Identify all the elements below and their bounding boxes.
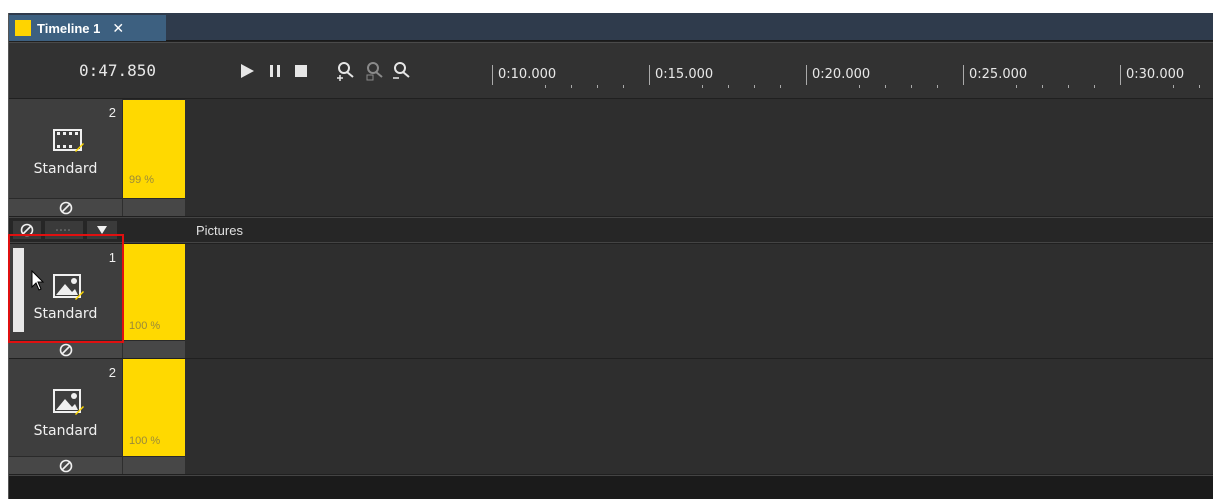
level-label: 100 % bbox=[129, 435, 161, 447]
ruler-minor-tick bbox=[911, 85, 912, 88]
ruler-minor-tick bbox=[1042, 85, 1043, 88]
timeline-footer bbox=[9, 475, 1213, 499]
ruler-tick: 0:30.000 bbox=[1120, 65, 1184, 85]
track-row: 1 Standard 100 % bbox=[9, 244, 1213, 358]
track-header[interactable]: 2 Standard bbox=[9, 359, 122, 474]
ruler-minor-tick bbox=[571, 85, 572, 88]
timeline-header: 0:47.850 0:10.000 0:15.000 0:20.000 0:25… bbox=[9, 42, 1213, 98]
tab-color-swatch bbox=[15, 20, 31, 36]
ruler-minor-tick bbox=[1016, 85, 1017, 88]
track-lane[interactable] bbox=[186, 244, 1213, 358]
track-level[interactable]: 99 % bbox=[123, 99, 185, 216]
zoom-out-icon bbox=[393, 62, 410, 79]
close-icon[interactable]: ✕ bbox=[112, 20, 124, 37]
ruler-minor-tick bbox=[885, 85, 886, 88]
level-footer bbox=[123, 340, 185, 358]
group-label: Pictures bbox=[196, 223, 243, 238]
play-button[interactable] bbox=[236, 60, 258, 82]
level-label: 100 % bbox=[129, 320, 161, 332]
tab-label: Timeline 1 bbox=[37, 20, 101, 36]
zoom-out-button[interactable] bbox=[391, 60, 413, 82]
level-label: 99 % bbox=[129, 174, 155, 186]
disable-icon bbox=[59, 201, 72, 214]
selection-highlight bbox=[8, 234, 124, 343]
picture-icon bbox=[53, 389, 84, 415]
ruler-minor-tick bbox=[937, 85, 938, 88]
track-row: 2 Standard 99 % bbox=[9, 99, 1213, 216]
ruler-minor-tick bbox=[1094, 85, 1095, 88]
ruler-minor-tick bbox=[780, 85, 781, 88]
track-level[interactable]: 100 % bbox=[123, 359, 185, 474]
ruler-tick: 0:15.000 bbox=[649, 65, 713, 85]
ruler-minor-tick bbox=[728, 85, 729, 88]
track-name: Standard bbox=[33, 161, 98, 177]
ruler-minor-tick bbox=[702, 85, 703, 88]
ruler-minor-tick bbox=[1199, 85, 1200, 88]
group-row: Pictures bbox=[9, 217, 1213, 243]
disable-icon bbox=[59, 343, 72, 356]
ruler-minor-tick bbox=[1068, 85, 1069, 88]
track-header[interactable]: 2 Standard bbox=[9, 99, 122, 216]
ruler-minor-tick bbox=[754, 85, 755, 88]
ruler-minor-tick bbox=[1173, 85, 1174, 88]
zoom-in-button[interactable] bbox=[335, 60, 357, 82]
ruler-tick: 0:20.000 bbox=[806, 65, 870, 85]
grip-icon bbox=[56, 229, 70, 231]
ruler-tick: 0:25.000 bbox=[963, 65, 1027, 85]
track-mute-button[interactable] bbox=[9, 456, 122, 474]
current-time-readout: 0:47.850 bbox=[79, 61, 157, 80]
track-row: 2 Standard 100 % bbox=[9, 359, 1213, 474]
stop-icon bbox=[295, 65, 307, 77]
track-number: 2 bbox=[108, 365, 116, 380]
ruler-tick: 0:10.000 bbox=[492, 65, 556, 85]
tab-timeline-1[interactable]: Timeline 1 ✕ bbox=[9, 15, 166, 41]
stop-button[interactable] bbox=[290, 60, 312, 82]
track-level[interactable]: 100 % bbox=[123, 244, 185, 358]
track-number: 2 bbox=[108, 105, 116, 120]
track-lane[interactable] bbox=[186, 99, 1213, 216]
pause-button[interactable] bbox=[264, 60, 286, 82]
mouse-cursor-icon bbox=[31, 270, 45, 291]
zoom-in-icon bbox=[337, 62, 354, 81]
tab-bar: Timeline 1 ✕ bbox=[9, 13, 1213, 41]
track-name: Standard bbox=[33, 423, 98, 439]
ruler-minor-tick bbox=[597, 85, 598, 88]
pause-icon bbox=[270, 65, 280, 77]
video-icon bbox=[53, 129, 84, 152]
zoom-fit-button[interactable] bbox=[364, 60, 386, 82]
ruler-minor-tick bbox=[859, 85, 860, 88]
zoom-fit-icon bbox=[366, 62, 383, 81]
play-icon bbox=[241, 64, 254, 78]
level-footer bbox=[123, 198, 185, 216]
ruler-minor-tick bbox=[623, 85, 624, 88]
track-lane[interactable] bbox=[186, 359, 1213, 474]
chevron-down-icon bbox=[97, 226, 107, 234]
disable-icon bbox=[59, 459, 72, 472]
ruler-minor-tick bbox=[545, 85, 546, 88]
level-footer bbox=[123, 456, 185, 474]
timeline-window: Timeline 1 ✕ 0:47.850 0:10.000 0:15.000 … bbox=[8, 13, 1213, 499]
track-mute-button[interactable] bbox=[9, 198, 122, 216]
